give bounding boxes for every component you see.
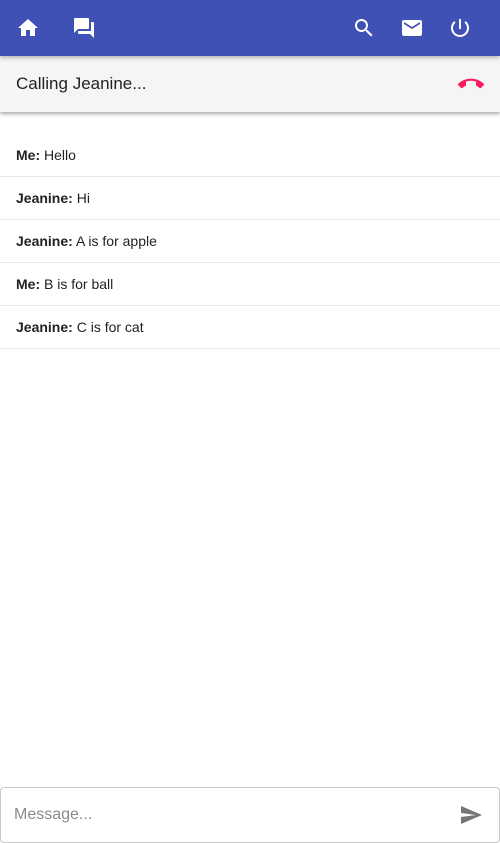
hang-up-button[interactable] — [436, 64, 484, 104]
message-input[interactable] — [14, 788, 424, 842]
home-icon — [18, 19, 38, 36]
message-item: Jeanine: C is for cat — [0, 306, 500, 349]
search-button[interactable] — [340, 4, 388, 52]
message-sender: Jeanine: — [16, 190, 73, 206]
call-status-text: Calling Jeanine... — [16, 74, 147, 93]
message-text: A is for apple — [75, 233, 157, 249]
send-button[interactable] — [457, 801, 485, 829]
message-text: C is for cat — [76, 319, 144, 335]
call-status-bar: Calling Jeanine... — [0, 56, 500, 112]
send-icon — [461, 806, 482, 824]
message-item: Jeanine: Hi — [0, 177, 500, 220]
forum-icon — [74, 18, 94, 38]
mail-button[interactable] — [388, 4, 436, 52]
message-text: B is for ball — [44, 276, 114, 292]
power-icon — [451, 19, 469, 37]
chat-app: Calling Jeanine... Me: Hello Jeanine: Hi… — [0, 0, 500, 843]
message-text: Hi — [76, 190, 90, 206]
message-sender: Me: — [16, 276, 41, 292]
message-sender: Jeanine: — [16, 233, 73, 249]
top-toolbar — [0, 0, 500, 56]
message-text: Hello — [44, 147, 76, 163]
message-item: Me: Hello — [0, 134, 500, 177]
power-button[interactable] — [436, 4, 484, 52]
message-composer — [0, 787, 500, 843]
call-end-icon — [458, 78, 484, 89]
message-item: Jeanine: A is for apple — [0, 220, 500, 263]
mail-icon — [402, 20, 422, 36]
message-list: Me: Hello Jeanine: Hi Jeanine: A is for … — [0, 134, 500, 349]
message-sender: Jeanine: — [16, 319, 73, 335]
message-sender: Me: — [16, 147, 41, 163]
message-item: Me: B is for ball — [0, 263, 500, 306]
home-button[interactable] — [4, 4, 52, 52]
forum-button[interactable] — [60, 4, 108, 52]
search-icon — [355, 19, 373, 37]
